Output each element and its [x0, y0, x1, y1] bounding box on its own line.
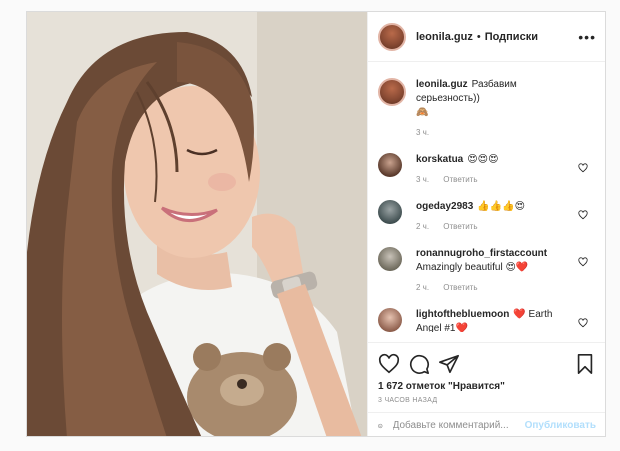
comment-text: ronannugroho_firstaccount Amazingly beau…	[416, 247, 596, 275]
selfie-photo-illustration	[27, 12, 367, 436]
comment-like-heart-icon[interactable]	[578, 257, 588, 267]
reply-button[interactable]: Ответить	[443, 222, 477, 231]
reply-button[interactable]: Ответить	[443, 283, 477, 292]
comment-text: korskatua 😍😍😍	[416, 153, 596, 167]
commenter-avatar[interactable]	[378, 308, 402, 332]
ellipsis-icon[interactable]: •••	[578, 29, 596, 45]
comment-like-heart-icon[interactable]	[578, 163, 588, 173]
reply-button[interactable]: Ответить	[443, 175, 477, 184]
commenter-avatar[interactable]	[378, 247, 402, 271]
comment-username[interactable]: lightofthebluemoon	[416, 309, 509, 320]
author-avatar[interactable]	[378, 22, 406, 51]
caption-meta: 3 ч.	[416, 128, 596, 137]
comments-list[interactable]: leonila.guz Разбавим серьезность)) 🙈 3 ч.…	[368, 64, 605, 332]
post-photo[interactable]	[27, 12, 367, 436]
comment-meta: 2 ч. Ответить	[416, 283, 596, 292]
comment-text: ogeday2983 👍👍👍😍	[416, 200, 596, 214]
comment-meta: 2 ч. Ответить	[416, 222, 596, 231]
comment-like-heart-icon[interactable]	[578, 318, 588, 328]
likes-count[interactable]: 1 672 отметок "Нравится"	[378, 381, 596, 392]
commenter-avatar[interactable]	[378, 200, 402, 224]
comment-username[interactable]: ronannugroho_firstaccount	[416, 248, 547, 259]
comment-item: ogeday2983 👍👍👍😍 2 ч. Ответить	[378, 200, 596, 231]
paper-plane-icon[interactable]	[438, 353, 460, 375]
commenter-avatar[interactable]	[378, 153, 402, 177]
publish-button[interactable]: Опубликовать	[525, 420, 596, 431]
comment-time: 2 ч.	[416, 283, 430, 292]
smiley-icon[interactable]	[378, 417, 383, 435]
header-separator: •	[476, 30, 481, 43]
heart-outline-icon[interactable]	[378, 353, 400, 375]
caption-avatar[interactable]	[378, 78, 406, 106]
comment-username[interactable]: korskatua	[416, 154, 463, 165]
caption-text: leonila.guz Разбавим серьезность)) 🙈	[416, 78, 596, 120]
post-actions-area: 1 672 отметок "Нравится" 3 часов назад	[368, 342, 605, 404]
comment-time: 3 ч.	[416, 175, 430, 184]
comment-time: 2 ч.	[416, 222, 430, 231]
comment-like-heart-icon[interactable]	[578, 210, 588, 220]
comment-body: 😍😍😍	[467, 154, 499, 165]
post-header: leonila.guz • Подписки •••	[368, 12, 605, 62]
post-card: leonila.guz • Подписки ••• leonila.guz Ра…	[26, 11, 606, 437]
post-timestamp[interactable]: 3 часов назад	[378, 397, 596, 404]
post-side-panel: leonila.guz • Подписки ••• leonila.guz Ра…	[367, 12, 605, 436]
caption-emoji: 🙈	[416, 107, 429, 118]
comment-input[interactable]	[392, 420, 525, 431]
comment-body: Amazingly beautiful 😍❤️	[416, 262, 529, 273]
comment-username[interactable]: ogeday2983	[416, 201, 473, 212]
comment-item: korskatua 😍😍😍 3 ч. Ответить	[378, 153, 596, 184]
following-button[interactable]: Подписки	[485, 31, 538, 43]
comment-text: lightofthebluemoon ❤️ Earth Angel #1❤️	[416, 308, 596, 332]
comment-bubble-icon[interactable]	[408, 353, 430, 375]
comment-body: 👍👍👍😍	[477, 201, 526, 212]
author-username[interactable]: leonila.guz	[416, 31, 473, 43]
caption: leonila.guz Разбавим серьезность)) 🙈 3 ч.	[378, 78, 596, 137]
comment-meta: 3 ч. Ответить	[416, 175, 596, 184]
caption-username[interactable]: leonila.guz	[416, 79, 468, 90]
bookmark-icon[interactable]	[574, 353, 596, 375]
action-bar	[378, 351, 596, 377]
comment-item: lightofthebluemoon ❤️ Earth Angel #1❤️	[378, 308, 596, 332]
caption-time: 3 ч.	[416, 128, 430, 137]
add-comment-bar: Опубликовать	[368, 412, 605, 436]
comment-item: ronannugroho_firstaccount Amazingly beau…	[378, 247, 596, 292]
